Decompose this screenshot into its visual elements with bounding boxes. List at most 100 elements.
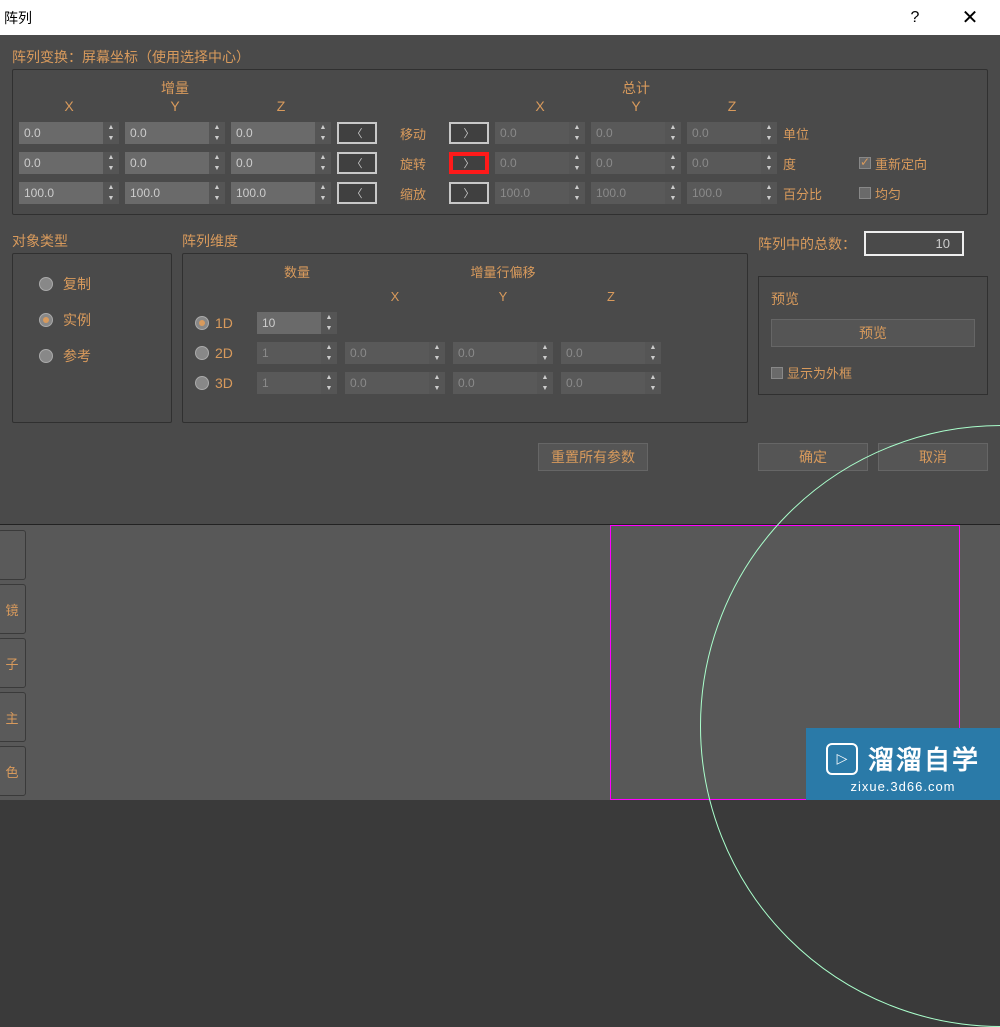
close-button[interactable]: ✕ bbox=[940, 5, 1000, 30]
side-button-0[interactable] bbox=[0, 530, 26, 580]
object-type-title: 对象类型 bbox=[12, 231, 172, 251]
inc-y-header: Y bbox=[125, 98, 225, 114]
total-count-value: 10 bbox=[864, 231, 964, 256]
instance-radio[interactable]: 实例 bbox=[39, 310, 165, 330]
dim-3d-count[interactable]: ▲▼ bbox=[257, 372, 337, 394]
reorient-checkbox[interactable]: 重新定向 bbox=[859, 154, 959, 173]
play-icon: ▷ bbox=[826, 743, 858, 775]
rotate-tot-y[interactable]: ▲▼ bbox=[591, 152, 681, 174]
array-dimension-title: 阵列维度 bbox=[182, 231, 748, 251]
move-left-arrow-button[interactable]: 〈 bbox=[337, 122, 377, 144]
watermark: ▷ 溜溜自学 zixue.3d66.com bbox=[806, 728, 1000, 800]
move-inc-y[interactable]: ▲▼ bbox=[125, 122, 225, 144]
dim-2d-z[interactable]: ▲▼ bbox=[561, 342, 661, 364]
incremental-header: 增量 bbox=[125, 78, 225, 98]
total-count-row: 阵列中的总数： 10 bbox=[758, 231, 988, 256]
inc-z-header: Z bbox=[231, 98, 331, 114]
side-button-3[interactable]: 主 bbox=[0, 692, 26, 742]
move-label: 移动 bbox=[383, 124, 443, 143]
copy-radio[interactable]: 复制 bbox=[39, 274, 165, 294]
side-button-4[interactable]: 色 bbox=[0, 746, 26, 796]
window-title: 阵列 bbox=[4, 8, 890, 28]
wireframe-checkbox[interactable]: 显示为外框 bbox=[771, 363, 975, 382]
dim-2d-radio[interactable]: 2D bbox=[189, 345, 249, 361]
chevron-left-icon: 〈 bbox=[352, 155, 363, 171]
radio-icon bbox=[39, 277, 53, 291]
dim-x-header: X bbox=[345, 289, 445, 304]
right-column: 阵列中的总数： 10 预览 预览 显示为外框 bbox=[758, 231, 988, 423]
rotate-inc-z[interactable]: ▲▼ bbox=[231, 152, 331, 174]
move-inc-x[interactable]: ▲▼ bbox=[19, 122, 119, 144]
side-button-1[interactable]: 镜 bbox=[0, 584, 26, 634]
array-transform-section: 增量 总计 X Y Z X Y Z ▲▼ ▲▼ ▲▼ 〈 移动 〉 ▲▼ ▲▼ … bbox=[12, 69, 988, 215]
scale-label: 缩放 bbox=[383, 184, 443, 203]
dim-3d-y[interactable]: ▲▼ bbox=[453, 372, 553, 394]
rotate-row: ▲▼ ▲▼ ▲▼ 〈 旋转 〉 ▲▼ ▲▼ ▲▼ 度 重新定向 bbox=[19, 152, 981, 174]
dim-3d-x[interactable]: ▲▼ bbox=[345, 372, 445, 394]
dim-1d-radio[interactable]: 1D bbox=[189, 315, 249, 331]
radio-icon bbox=[195, 316, 209, 330]
help-button[interactable]: ? bbox=[890, 9, 940, 27]
scale-tot-z[interactable]: ▲▼ bbox=[687, 182, 777, 204]
scale-unit: 百分比 bbox=[783, 184, 853, 203]
watermark-url: zixue.3d66.com bbox=[850, 779, 955, 794]
rotate-tot-x[interactable]: ▲▼ bbox=[495, 152, 585, 174]
array-dialog: 阵列变换：屏幕坐标（使用选择中心） 增量 总计 X Y Z X Y Z ▲▼ ▲… bbox=[0, 35, 1000, 525]
reference-radio[interactable]: 参考 bbox=[39, 346, 165, 366]
watermark-name: 溜溜自学 bbox=[868, 740, 980, 777]
radio-icon bbox=[195, 376, 209, 390]
array-dimension-panel: 阵列维度 数量 增量行偏移 X Y Z 1D ▲▼ 2D ▲▼ bbox=[182, 231, 748, 423]
offset-header: 增量行偏移 bbox=[453, 262, 553, 281]
total-count-label: 阵列中的总数： bbox=[758, 234, 856, 254]
checkbox-icon bbox=[771, 367, 783, 379]
transform-headers: 增量 总计 bbox=[19, 78, 981, 98]
scale-inc-x[interactable]: ▲▼ bbox=[19, 182, 119, 204]
scale-inc-z[interactable]: ▲▼ bbox=[231, 182, 331, 204]
scale-inc-y[interactable]: ▲▼ bbox=[125, 182, 225, 204]
chevron-right-icon: 〉 bbox=[464, 185, 475, 201]
move-tot-y[interactable]: ▲▼ bbox=[591, 122, 681, 144]
dim-2d-y[interactable]: ▲▼ bbox=[453, 342, 553, 364]
dim-3d-radio[interactable]: 3D bbox=[189, 375, 249, 391]
radio-icon bbox=[195, 346, 209, 360]
move-right-arrow-button[interactable]: 〉 bbox=[449, 122, 489, 144]
move-row: ▲▼ ▲▼ ▲▼ 〈 移动 〉 ▲▼ ▲▼ ▲▼ 单位 bbox=[19, 122, 981, 144]
preview-button[interactable]: 预览 bbox=[771, 319, 975, 347]
scale-right-arrow-button[interactable]: 〉 bbox=[449, 182, 489, 204]
chevron-right-icon: 〉 bbox=[464, 125, 475, 141]
move-inc-z[interactable]: ▲▼ bbox=[231, 122, 331, 144]
count-header: 数量 bbox=[257, 262, 337, 281]
move-tot-x[interactable]: ▲▼ bbox=[495, 122, 585, 144]
lower-panels: 对象类型 复制 实例 参考 阵列维度 数量 增量行偏移 X Y Z bbox=[12, 231, 988, 423]
uniform-checkbox[interactable]: 均匀 bbox=[859, 184, 959, 203]
dim-2d-count[interactable]: ▲▼ bbox=[257, 342, 337, 364]
rotate-inc-x[interactable]: ▲▼ bbox=[19, 152, 119, 174]
scale-tot-y[interactable]: ▲▼ bbox=[591, 182, 681, 204]
dim-3d-z[interactable]: ▲▼ bbox=[561, 372, 661, 394]
rotate-tot-z[interactable]: ▲▼ bbox=[687, 152, 777, 174]
rotate-inc-y[interactable]: ▲▼ bbox=[125, 152, 225, 174]
side-button-2[interactable]: 子 bbox=[0, 638, 26, 688]
chevron-right-icon: 〉 bbox=[464, 155, 475, 171]
dialog-buttons: 重置所有参数 确定 取消 bbox=[12, 443, 988, 471]
titlebar: 阵列 ? ✕ bbox=[0, 0, 1000, 35]
chevron-left-icon: 〈 bbox=[352, 185, 363, 201]
dim-2d-x[interactable]: ▲▼ bbox=[345, 342, 445, 364]
radio-icon bbox=[39, 313, 53, 327]
reset-button[interactable]: 重置所有参数 bbox=[538, 443, 648, 471]
object-type-panel: 对象类型 复制 实例 参考 bbox=[12, 231, 172, 423]
totals-header: 总计 bbox=[591, 78, 681, 98]
scale-tot-x[interactable]: ▲▼ bbox=[495, 182, 585, 204]
side-toolbar: 镜 子 主 色 bbox=[0, 530, 26, 800]
rotate-right-arrow-button[interactable]: 〉 bbox=[449, 152, 489, 174]
rotate-left-arrow-button[interactable]: 〈 bbox=[337, 152, 377, 174]
dim-1d-count[interactable]: ▲▼ bbox=[257, 312, 337, 334]
move-tot-z[interactable]: ▲▼ bbox=[687, 122, 777, 144]
checkbox-icon bbox=[859, 157, 871, 169]
preview-section: 预览 预览 显示为外框 bbox=[758, 276, 988, 395]
dim-z-header: Z bbox=[561, 289, 661, 304]
rotate-label: 旋转 bbox=[383, 154, 443, 173]
scale-left-arrow-button[interactable]: 〈 bbox=[337, 182, 377, 204]
rotate-unit: 度 bbox=[783, 154, 853, 173]
column-headers: X Y Z X Y Z bbox=[19, 98, 981, 114]
